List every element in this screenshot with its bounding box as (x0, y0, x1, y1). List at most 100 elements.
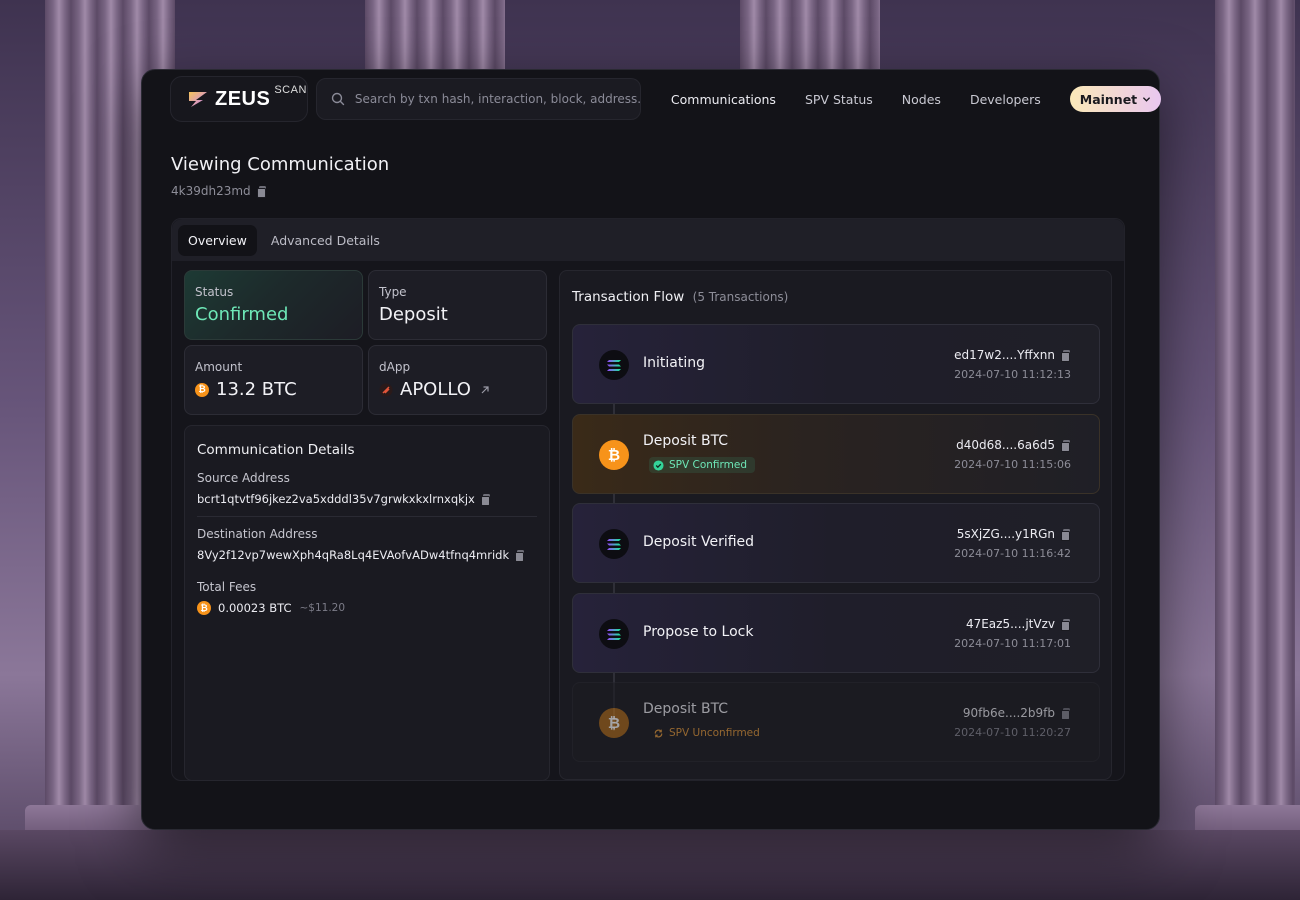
bitcoin-icon: ₿ (197, 601, 211, 615)
solana-icon (599, 350, 629, 380)
divider (197, 516, 537, 517)
transaction-time: 2024-07-10 11:15:06 (954, 458, 1071, 471)
amount-label: Amount (195, 360, 243, 374)
amount-card: Amount ₿ 13.2 BTC (184, 345, 363, 415)
communication-id-value: 4k39dh23md (171, 184, 251, 198)
transaction-name: Propose to Lock (643, 624, 754, 640)
transaction-row[interactable]: ₿ Deposit BTC SPV Confirmed d40d68....6a… (572, 414, 1100, 494)
amount-row: ₿ 13.2 BTC (195, 379, 352, 400)
spv-status-badge: SPV Confirmed (649, 457, 756, 473)
nav-developers[interactable]: Developers (970, 92, 1041, 107)
status-value: Confirmed (195, 304, 289, 325)
transaction-hash[interactable]: 90fb6e....2b9fb (963, 706, 1055, 720)
total-fees-usd: ~$11.20 (299, 602, 346, 614)
logo[interactable]: ZEUS SCAN (170, 76, 308, 122)
details-title: Communication Details (197, 442, 355, 458)
tab-bar: Overview Advanced Details (172, 219, 1124, 261)
transaction-name: Deposit Verified (643, 534, 755, 550)
page-title: Viewing Communication (171, 154, 390, 175)
copy-icon[interactable] (1061, 439, 1071, 452)
communication-id: 4k39dh23md (171, 184, 267, 198)
main-nav: Communications SPV Status Nodes Develope… (671, 86, 1162, 112)
app-window: ZEUS SCAN Communications SPV Status Node… (141, 69, 1162, 830)
status-label: Status (195, 285, 234, 299)
transaction-hash-row: d40d68....6a6d5 (956, 438, 1071, 452)
logo-text: ZEUS (215, 87, 271, 110)
status-card: Status Confirmed (184, 270, 363, 340)
copy-icon[interactable] (1061, 707, 1071, 720)
type-value: Deposit (379, 304, 448, 325)
external-link-icon[interactable] (479, 384, 491, 396)
copy-icon[interactable] (1061, 349, 1071, 362)
tab-advanced-details[interactable]: Advanced Details (261, 225, 390, 256)
type-label: Type (379, 285, 407, 299)
transaction-row[interactable]: Propose to Lock 47Eaz5....jtVzv 2024-07-… (572, 593, 1100, 673)
transaction-hash-row: 5sXjZG....y1RGn (957, 527, 1071, 541)
amount-value: 13.2 BTC (216, 379, 297, 400)
transaction-flow: Transaction Flow (5 Transactions) Initia… (559, 270, 1112, 780)
transaction-time: 2024-07-10 11:20:27 (954, 726, 1071, 739)
flow-count: (5 Transactions) (692, 290, 789, 304)
transaction-time: 2024-07-10 11:12:13 (954, 368, 1071, 381)
dapp-value: APOLLO (400, 379, 471, 400)
transaction-hash[interactable]: ed17w2....Yffxnn (954, 348, 1055, 362)
bitcoin-icon: ₿ (195, 382, 209, 397)
network-label: Mainnet (1079, 91, 1138, 107)
apollo-icon (379, 383, 393, 396)
source-address-label: Source Address (197, 471, 290, 485)
bitcoin-icon: ₿ (599, 708, 629, 738)
transaction-row[interactable]: Deposit Verified 5sXjZG....y1RGn 2024-07… (572, 503, 1100, 583)
destination-address-value: 8Vy2f12vp7wewXph4qRa8Lq4EVAofvADw4tfnq4m… (197, 548, 510, 562)
nav-spv-status[interactable]: SPV Status (805, 92, 873, 107)
transaction-hash[interactable]: d40d68....6a6d5 (956, 438, 1055, 452)
transaction-hash-row: 90fb6e....2b9fb (963, 706, 1071, 720)
check-circle-icon (653, 459, 664, 471)
top-navigation: ZEUS SCAN Communications SPV Status Node… (170, 76, 1162, 122)
spv-status-badge: SPV Unconfirmed (649, 725, 768, 741)
background-pillar (1175, 0, 1300, 900)
transaction-name: Initiating (643, 355, 705, 371)
tab-overview[interactable]: Overview (178, 224, 257, 256)
search-icon (331, 92, 345, 106)
total-fees-value: 0.00023 BTC (218, 601, 292, 615)
communication-details: Communication Details Source Address bcr… (184, 425, 550, 781)
total-fees-label: Total Fees (197, 580, 257, 594)
transaction-hash[interactable]: 47Eaz5....jtVzv (966, 617, 1055, 631)
chevron-down-icon (1143, 96, 1151, 102)
destination-address-label: Destination Address (197, 527, 318, 541)
type-card: Type Deposit (368, 270, 547, 340)
dapp-row[interactable]: APOLLO (379, 379, 536, 400)
nav-nodes[interactable]: Nodes (902, 92, 941, 107)
solana-icon (599, 529, 629, 559)
flow-title-row: Transaction Flow (5 Transactions) (572, 289, 788, 305)
copy-icon[interactable] (1061, 528, 1071, 541)
transaction-name: Deposit BTC (643, 433, 729, 449)
transaction-hash[interactable]: 5sXjZG....y1RGn (957, 527, 1055, 541)
zeus-bolt-icon (189, 92, 207, 107)
spv-status-text: SPV Unconfirmed (669, 727, 760, 739)
spv-status-text: SPV Confirmed (669, 459, 748, 471)
search-bar[interactable] (315, 78, 641, 120)
nav-communications[interactable]: Communications (671, 92, 776, 107)
source-address-value: bcrt1qtvtf96jkez2va5xdddl35v7grwkxkxlrnx… (197, 492, 475, 506)
transaction-hash-row: ed17w2....Yffxnn (954, 348, 1071, 362)
transaction-name: Deposit BTC (643, 701, 729, 717)
dapp-label: dApp (379, 360, 411, 374)
search-input[interactable] (354, 92, 640, 106)
bitcoin-icon: ₿ (599, 440, 629, 470)
copy-icon[interactable] (480, 493, 491, 506)
transaction-hash-row: 47Eaz5....jtVzv (966, 617, 1071, 631)
transaction-time: 2024-07-10 11:16:42 (954, 547, 1071, 560)
transaction-row[interactable]: Initiating ed17w2....Yffxnn 2024-07-10 1… (572, 324, 1100, 404)
source-address-row: bcrt1qtvtf96jkez2va5xdddl35v7grwkxkxlrnx… (197, 492, 537, 506)
copy-icon[interactable] (515, 549, 525, 562)
logo-superscript: SCAN (274, 84, 307, 96)
flow-title: Transaction Flow (572, 289, 685, 305)
solana-icon (599, 619, 629, 649)
transaction-row[interactable]: ₿ Deposit BTC SPV Unconfirmed 90fb6e....… (572, 682, 1100, 762)
network-selector[interactable]: Mainnet (1069, 86, 1162, 112)
copy-icon[interactable] (256, 185, 267, 198)
dapp-card: dApp APOLLO (368, 345, 547, 415)
destination-address-row: 8Vy2f12vp7wewXph4qRa8Lq4EVAofvADw4tfnq4m… (197, 548, 537, 562)
copy-icon[interactable] (1061, 618, 1071, 631)
